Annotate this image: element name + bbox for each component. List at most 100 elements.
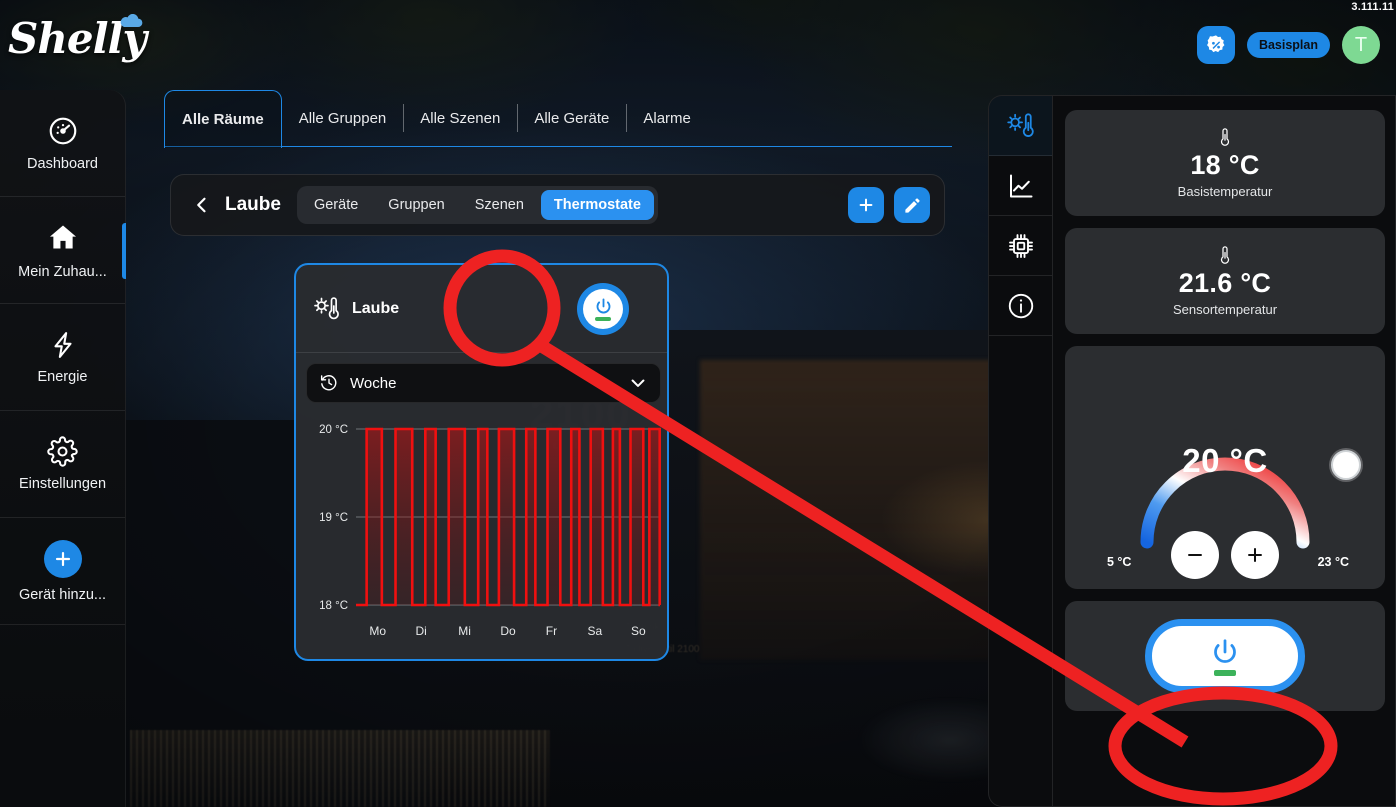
dashboard-gauge-icon bbox=[49, 117, 76, 144]
top-bar: Shelly 3.111.11 Basisplan T bbox=[0, 0, 1396, 90]
power-state-indicator bbox=[595, 317, 611, 321]
chart-y-tick-label: 19 °C bbox=[319, 512, 348, 524]
chart-pulse-fill bbox=[425, 429, 436, 605]
chart-x-tick-label: Di bbox=[415, 624, 426, 638]
discount-badge-icon bbox=[1206, 35, 1225, 53]
rail-item-info[interactable] bbox=[989, 276, 1052, 336]
plus-circle-icon bbox=[43, 539, 82, 578]
power-state-indicator bbox=[1214, 669, 1236, 676]
room-toolbar: Laube Geräte Gruppen Szenen Thermostate bbox=[170, 174, 945, 236]
history-icon bbox=[320, 375, 337, 391]
chip-thermostate[interactable]: Thermostate bbox=[540, 190, 654, 220]
chart-pulse-fill bbox=[478, 429, 488, 605]
sidebar-item-label: Energie bbox=[37, 368, 88, 385]
rail-item-device[interactable] bbox=[989, 216, 1052, 276]
temperature-increase-button[interactable] bbox=[1231, 531, 1279, 579]
chart-x-tick-label: Mo bbox=[369, 624, 386, 638]
home-icon bbox=[49, 225, 76, 248]
add-button[interactable] bbox=[848, 187, 884, 223]
info-icon bbox=[1008, 293, 1033, 318]
chart-line-icon bbox=[1009, 174, 1032, 197]
chart-pulse-fill bbox=[590, 429, 603, 605]
sidebar-item-label: Dashboard bbox=[27, 155, 98, 172]
stat-caption: Basistemperatur bbox=[1177, 184, 1273, 199]
stat-card-sensor-temperature: 21.6 °C Sensortemperatur bbox=[1065, 228, 1385, 334]
gauge-step-buttons bbox=[1065, 531, 1385, 579]
tab-alle-gruppen[interactable]: Alle Gruppen bbox=[282, 90, 404, 146]
chart-pulse-fill bbox=[448, 429, 465, 605]
pencil-icon bbox=[904, 197, 920, 213]
stat-caption: Sensortemperatur bbox=[1172, 302, 1278, 317]
minus-icon bbox=[1188, 553, 1202, 557]
sidebar-item-einstellungen[interactable]: Einstellungen bbox=[0, 411, 125, 518]
chevron-left-icon bbox=[197, 197, 206, 213]
chart-x-tick-label: Fr bbox=[546, 624, 557, 638]
header-actions: Basisplan T bbox=[1196, 26, 1380, 64]
gauge-knob-icon[interactable] bbox=[1331, 450, 1361, 480]
chart-range-label: Woche bbox=[350, 374, 397, 392]
toolbar-actions bbox=[848, 187, 930, 223]
thermostat-card: Laube Woche 18 °C 19 °C 20 °C Mo Di Mi D… bbox=[294, 263, 669, 661]
sidebar-item-mein-zuhause[interactable]: Mein Zuhau... bbox=[0, 197, 126, 304]
stat-value: 21.6 °C bbox=[1178, 268, 1272, 298]
promo-button[interactable] bbox=[1196, 26, 1235, 64]
rail-item-chart[interactable] bbox=[989, 156, 1052, 216]
tab-alarme[interactable]: Alarme bbox=[626, 90, 708, 146]
plan-badge[interactable]: Basisplan bbox=[1246, 32, 1330, 58]
temperature-decrease-button[interactable] bbox=[1171, 531, 1219, 579]
brand-logo[interactable]: Shelly bbox=[8, 14, 147, 63]
thermostat-card-header: Laube bbox=[296, 265, 667, 353]
power-icon bbox=[596, 298, 610, 314]
thermostat-card-title: Laube bbox=[352, 299, 400, 317]
chevron-down-icon bbox=[631, 379, 645, 387]
chart-pulse-fill bbox=[630, 429, 644, 605]
sidebar-item-geraet-hinzufuegen[interactable]: Gerät hinzu... bbox=[0, 518, 125, 625]
thermometer-icon bbox=[1220, 128, 1230, 146]
stat-value: 18 °C bbox=[1190, 150, 1260, 180]
thermometer-icon bbox=[1220, 246, 1230, 264]
stat-card-base-temperature: 18 °C Basistemperatur bbox=[1065, 110, 1385, 216]
chart-pulse-fill bbox=[395, 429, 413, 605]
app-version: 3.111.11 bbox=[1351, 1, 1394, 13]
room-section-chips: Geräte Gruppen Szenen Thermostate bbox=[296, 186, 658, 224]
back-button[interactable] bbox=[185, 188, 219, 222]
power-icon bbox=[1214, 638, 1236, 663]
chip-geraete[interactable]: Geräte bbox=[301, 190, 371, 220]
chip-szenen[interactable]: Szenen bbox=[462, 190, 537, 220]
tab-alle-szenen[interactable]: Alle Szenen bbox=[403, 90, 517, 146]
sidebar-item-energie[interactable]: Energie bbox=[0, 304, 125, 411]
thermostat-schedule-chart: 18 °C 19 °C 20 °C Mo Di Mi Do Fr Sa So bbox=[304, 415, 664, 650]
plus-icon bbox=[1248, 548, 1262, 562]
chart-pulse-fill bbox=[498, 429, 515, 605]
chart-range-selector[interactable]: Woche bbox=[306, 363, 661, 403]
left-sidebar: Dashboard Mein Zuhau... Energie Einstell… bbox=[0, 90, 126, 807]
detail-icon-rail bbox=[989, 96, 1053, 806]
rail-item-thermostat[interactable] bbox=[989, 96, 1052, 156]
sidebar-item-dashboard[interactable]: Dashboard bbox=[0, 90, 125, 197]
device-detail-panel: 18 °C Basistemperatur 21.6 °C Sensortemp… bbox=[988, 95, 1396, 807]
tab-alle-raeume[interactable]: Alle Räume bbox=[164, 90, 282, 148]
sidebar-item-label: Einstellungen bbox=[18, 476, 107, 492]
thermostat-sun-icon bbox=[1006, 112, 1034, 137]
edit-button[interactable] bbox=[894, 187, 930, 223]
chart-pulse-fill bbox=[526, 429, 536, 605]
detail-panel-content: 18 °C Basistemperatur 21.6 °C Sensortemp… bbox=[1053, 96, 1395, 806]
chart-pulse-fill bbox=[366, 429, 382, 605]
panel-power-button[interactable] bbox=[1145, 619, 1305, 693]
chart-y-tick-label: 18 °C bbox=[319, 600, 348, 612]
thermostat-sun-icon bbox=[314, 296, 339, 319]
gear-icon bbox=[47, 436, 78, 467]
chart-x-tick-label: Do bbox=[500, 624, 516, 638]
chart-x-tick-label: So bbox=[631, 624, 646, 638]
tab-alle-geraete[interactable]: Alle Geräte bbox=[517, 90, 626, 146]
temperature-gauge-card: 20 °C 5 °C 23 °C bbox=[1065, 346, 1385, 589]
chip-gruppen[interactable]: Gruppen bbox=[375, 190, 457, 220]
panel-power-card bbox=[1065, 601, 1385, 711]
main-content: Alle Räume Alle Gruppen Alle Szenen Alle… bbox=[126, 90, 996, 807]
plus-icon bbox=[859, 198, 873, 212]
thermostat-card-power-button[interactable] bbox=[577, 283, 629, 335]
user-avatar[interactable]: T bbox=[1342, 26, 1380, 64]
chart-x-tick-label: Sa bbox=[588, 624, 603, 638]
lightning-icon bbox=[53, 331, 72, 358]
chart-svg: 18 °C 19 °C 20 °C Mo Di Mi Do Fr Sa So bbox=[319, 424, 661, 638]
